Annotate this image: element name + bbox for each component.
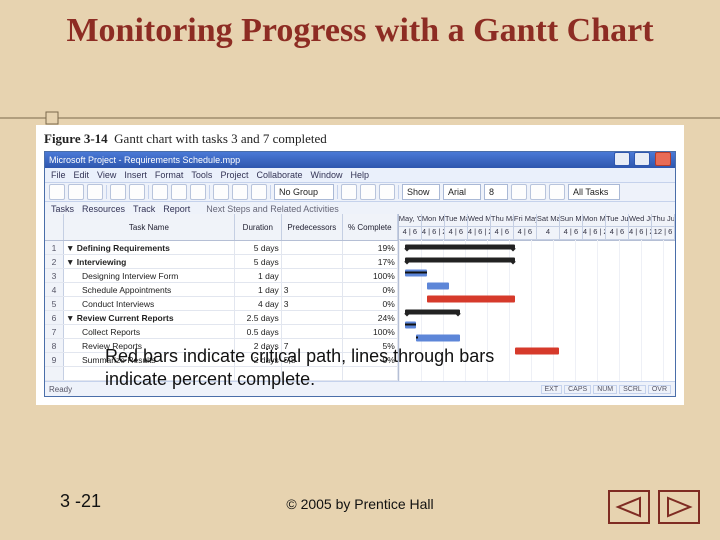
menu-insert[interactable]: Insert	[124, 170, 147, 180]
gantt-bar-task-3[interactable]	[405, 269, 427, 276]
maximize-icon[interactable]	[634, 152, 650, 166]
show-combo[interactable]: Show	[402, 184, 440, 200]
bold-icon[interactable]	[511, 184, 527, 200]
new-icon[interactable]	[49, 184, 65, 200]
menu-collaborate[interactable]: Collaborate	[256, 170, 302, 180]
group-combo[interactable]: No Group	[274, 184, 334, 200]
print-preview-icon[interactable]	[129, 184, 145, 200]
close-icon[interactable]	[655, 152, 671, 166]
triangle-left-icon	[614, 496, 644, 518]
paste-icon[interactable]	[190, 184, 206, 200]
gantt-bar-task-5[interactable]	[427, 295, 515, 302]
font-combo[interactable]: Arial	[443, 184, 481, 200]
unlink-icon[interactable]	[251, 184, 267, 200]
table-row[interactable]: 3Designing Interview Form1 day100%	[45, 269, 398, 283]
col-pct-complete: % Complete	[343, 214, 398, 240]
status-scrl: SCRL	[619, 385, 646, 394]
viewbar-track[interactable]: Track	[133, 204, 155, 214]
underline-icon[interactable]	[549, 184, 565, 200]
viewbar-tasks[interactable]: Tasks	[51, 204, 74, 214]
filter-combo[interactable]: All Tasks	[568, 184, 620, 200]
nav-buttons	[608, 490, 700, 524]
window-title: Microsoft Project - Requirements Schedul…	[49, 155, 240, 165]
cut-icon[interactable]	[152, 184, 168, 200]
fontsize-combo[interactable]: 8	[484, 184, 508, 200]
view-bar-extra: Next Steps and Related Activities	[206, 204, 339, 214]
window-controls	[612, 152, 671, 168]
menu-project[interactable]: Project	[220, 170, 248, 180]
zoom-out-icon[interactable]	[341, 184, 357, 200]
window-titlebar: Microsoft Project - Requirements Schedul…	[45, 152, 675, 168]
figure-label: Figure 3-14	[44, 131, 108, 146]
undo-icon[interactable]	[213, 184, 229, 200]
table-row[interactable]: 1▼ Defining Requirements5 days19%	[45, 241, 398, 255]
save-icon[interactable]	[87, 184, 103, 200]
gantt-bar-task-4[interactable]	[427, 282, 449, 289]
viewbar-resources[interactable]: Resources	[82, 204, 125, 214]
triangle-right-icon	[664, 496, 694, 518]
status-caps: CAPS	[564, 385, 591, 394]
col-task-name: Task Name	[64, 214, 235, 240]
gantt-bar-task-8[interactable]	[416, 334, 460, 341]
menu-format[interactable]: Format	[155, 170, 184, 180]
menu-tools[interactable]: Tools	[191, 170, 212, 180]
col-indicator	[45, 214, 64, 240]
menu-window[interactable]: Window	[310, 170, 342, 180]
slide: Monitoring Progress with a Gantt Chart F…	[0, 0, 720, 540]
col-predecessors: Predecessors	[282, 214, 343, 240]
gantt-bar-task-1[interactable]	[405, 244, 515, 249]
menu-bar: File Edit View Insert Format Tools Project Coll…	[45, 168, 675, 183]
figure-subcaption: Gantt chart with tasks 3 and 7 completed	[114, 131, 327, 146]
menu-view[interactable]: View	[97, 170, 116, 180]
print-icon[interactable]	[110, 184, 126, 200]
menu-edit[interactable]: Edit	[74, 170, 90, 180]
zoom-in-icon[interactable]	[360, 184, 376, 200]
timescale: May, '05Mon May, '06Tue May, '07Wed May,…	[399, 214, 675, 241]
slide-title: Monitoring Progress with a Gantt Chart	[40, 12, 680, 49]
next-button[interactable]	[658, 490, 700, 524]
goto-task-icon[interactable]	[379, 184, 395, 200]
minimize-icon[interactable]	[614, 152, 630, 166]
table-row[interactable]: 5Conduct Interviews4 day30%	[45, 297, 398, 311]
gantt-bar-task-2[interactable]	[405, 257, 515, 262]
gantt-bar-task-6[interactable]	[405, 309, 460, 314]
viewbar-report[interactable]: Report	[163, 204, 190, 214]
table-header: Task Name Duration Predecessors % Comple…	[45, 214, 398, 241]
table-row[interactable]: 2▼ Interviewing5 days17%	[45, 255, 398, 269]
col-duration: Duration	[235, 214, 282, 240]
prev-button[interactable]	[608, 490, 650, 524]
copy-icon[interactable]	[171, 184, 187, 200]
status-num: NUM	[593, 385, 617, 394]
link-icon[interactable]	[232, 184, 248, 200]
menu-help[interactable]: Help	[351, 170, 370, 180]
toolbar-standard: No Group Show Arial 8 All Tasks	[45, 183, 675, 202]
open-icon[interactable]	[68, 184, 84, 200]
table-row[interactable]: 6▼ Review Current Reports2.5 days24%	[45, 311, 398, 325]
figure-caption: Figure 3-14 Gantt chart with tasks 3 and…	[36, 125, 684, 151]
italic-icon[interactable]	[530, 184, 546, 200]
table-row[interactable]: 4Schedule Appointments1 day30%	[45, 283, 398, 297]
status-text: Ready	[49, 385, 72, 394]
table-row[interactable]: 7Collect Reports0.5 days100%	[45, 325, 398, 339]
annotation-text: Red bars indicate critical path, lines t…	[105, 345, 535, 390]
status-ovr: OVR	[648, 385, 671, 394]
gantt-bar-task-7[interactable]	[405, 321, 416, 328]
status-ext: EXT	[541, 385, 563, 394]
menu-file[interactable]: File	[51, 170, 66, 180]
